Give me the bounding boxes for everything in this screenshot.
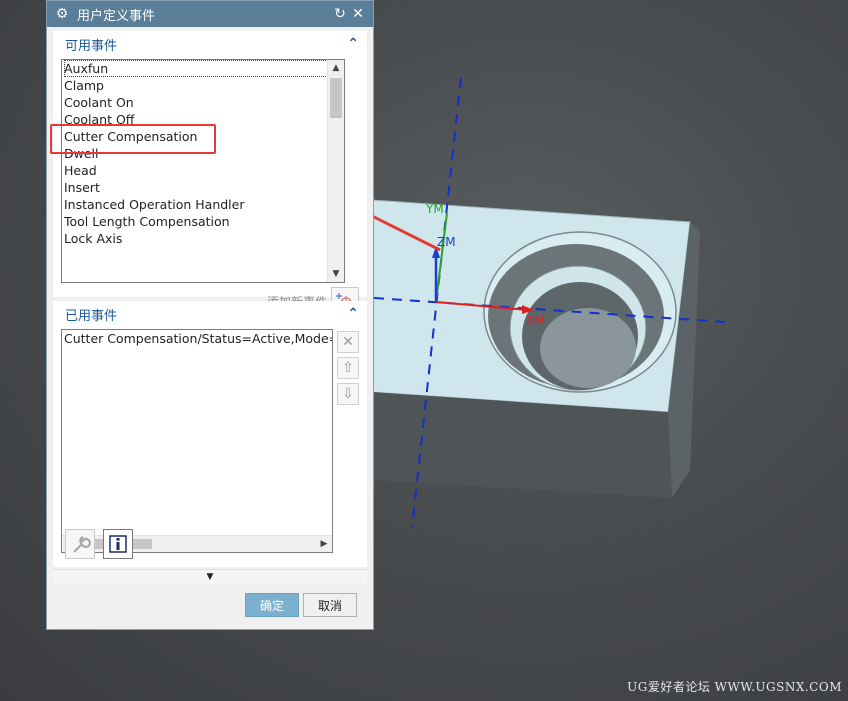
dialog-title: 用户定义事件 — [77, 8, 156, 24]
available-events-list[interactable]: Auxfun Clamp Coolant On Coolant Off Cutt… — [61, 59, 345, 283]
move-up-button[interactable]: ⇧ — [337, 357, 359, 379]
available-events-group: 可用事件 ⌃ Auxfun Clamp Coolant On Coolant O… — [53, 31, 367, 315]
move-down-button[interactable]: ⇩ — [337, 383, 359, 405]
used-events-actions: ✕ ⇧ ⇩ — [337, 331, 361, 409]
xm-label: XM — [526, 313, 545, 327]
annotation-highlight-box — [50, 124, 216, 154]
delete-x-icon: ✕ — [342, 334, 354, 350]
used-events-heading: 已用事件 — [65, 308, 118, 324]
scroll-thumb[interactable] — [330, 78, 342, 118]
cancel-button[interactable]: 取消 — [303, 593, 357, 617]
used-events-group: 已用事件 ⌃ Cutter Compensation/Status=Active… — [53, 301, 367, 567]
ok-button[interactable]: 确定 — [245, 593, 299, 617]
available-events-header[interactable]: 可用事件 ⌃ — [53, 31, 367, 57]
list-item[interactable]: Head — [64, 162, 328, 179]
zm-label: ZM — [437, 235, 456, 249]
arrow-up-icon: ⇧ — [342, 360, 354, 376]
chevron-down-icon: ▼ — [206, 572, 214, 582]
collapse-chevron-icon[interactable]: ⌃ — [347, 36, 359, 52]
wrench-icon — [73, 535, 91, 553]
close-icon[interactable]: ✕ — [349, 6, 367, 22]
collapse-chevron-icon[interactable]: ⌃ — [347, 306, 359, 322]
used-events-list[interactable]: Cutter Compensation/Status=Active,Mode=O… — [61, 329, 333, 553]
delete-button[interactable]: ✕ — [337, 331, 359, 353]
list-item[interactable]: Coolant On — [64, 94, 328, 111]
scroll-down-icon[interactable]: ▼ — [328, 266, 344, 282]
reset-icon[interactable]: ↻ — [331, 6, 349, 22]
arrow-down-icon: ⇩ — [342, 386, 354, 402]
dialog-footer: 确定 取消 — [47, 585, 373, 629]
vertical-scrollbar[interactable]: ▲ ▼ — [327, 60, 344, 282]
used-events-header[interactable]: 已用事件 ⌃ — [53, 301, 367, 327]
gear-icon: ⚙ — [55, 6, 69, 22]
watermark: UG爱好者论坛 WWW.UGSNX.COM — [627, 680, 842, 694]
list-item[interactable]: Auxfun — [64, 60, 328, 77]
list-item[interactable]: Instanced Operation Handler — [64, 196, 328, 213]
dialog-titlebar: ⚙ 用户定义事件 ↻ ✕ — [47, 1, 373, 27]
list-item[interactable]: Insert — [64, 179, 328, 196]
ym-label: YM — [425, 202, 444, 216]
list-item[interactable]: Lock Axis — [64, 230, 328, 247]
more-options-toggle[interactable]: ▼ — [53, 569, 367, 584]
list-item[interactable]: Tool Length Compensation — [64, 213, 328, 230]
list-item[interactable]: Cutter Compensation/Status=Active,Mode=O… — [64, 330, 332, 347]
list-item[interactable]: Clamp — [64, 77, 328, 94]
edit-event-button[interactable] — [65, 529, 95, 559]
available-events-heading: 可用事件 — [65, 38, 118, 54]
info-button[interactable] — [103, 529, 133, 559]
user-defined-events-dialog: ⚙ 用户定义事件 ↻ ✕ 可用事件 ⌃ Auxfun Clamp Coolant… — [46, 0, 374, 630]
through-hole-inner — [540, 308, 636, 388]
used-events-tools — [65, 529, 133, 559]
scroll-up-icon[interactable]: ▲ — [328, 60, 344, 76]
scroll-right-icon[interactable]: ▶ — [316, 536, 332, 552]
info-icon — [109, 535, 127, 553]
